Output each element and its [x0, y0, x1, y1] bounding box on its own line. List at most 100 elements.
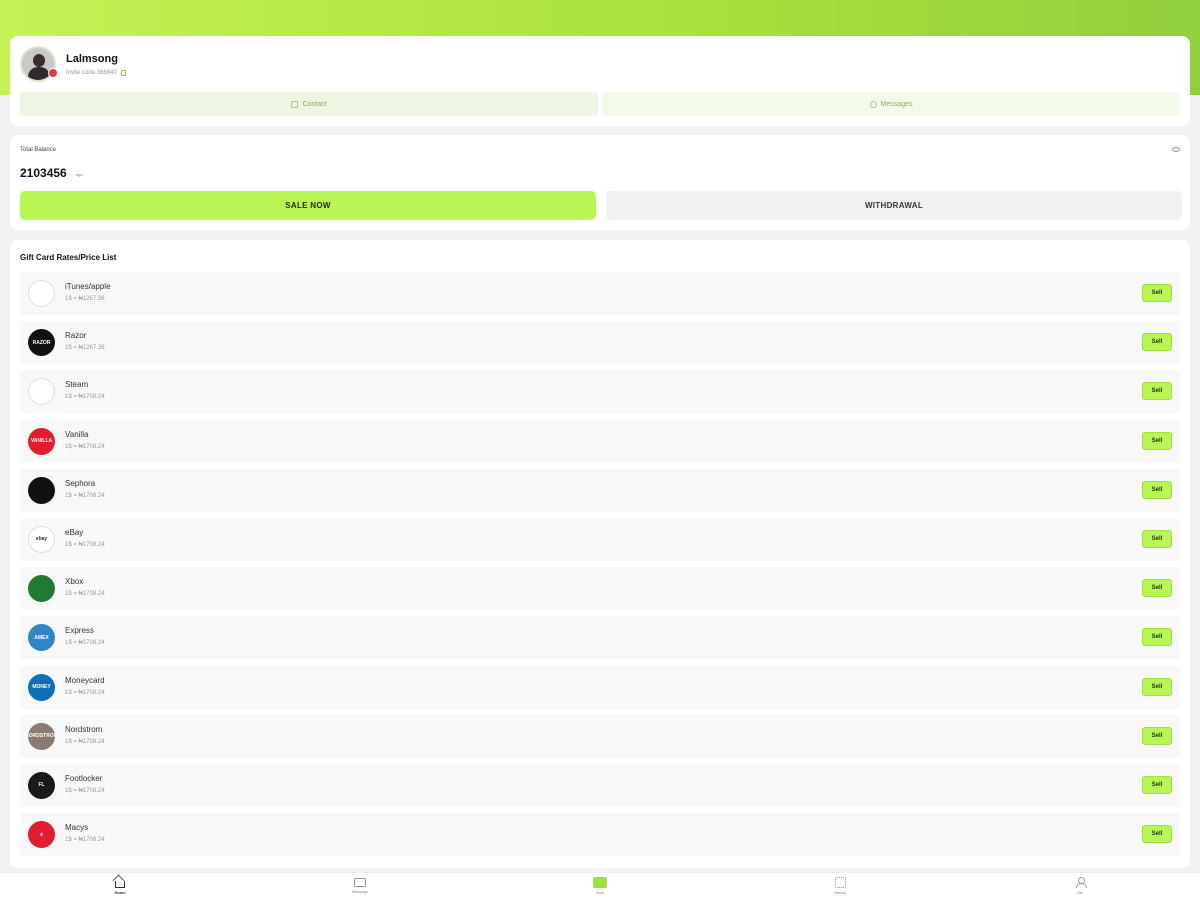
nav-item-sale[interactable]: Sale: [560, 877, 640, 900]
sell-button[interactable]: Sell: [1142, 579, 1172, 598]
nav-label-me: Me: [1077, 890, 1083, 895]
brand-rate: 1$ = ₦1708.24: [65, 787, 105, 794]
user-icon: [1075, 877, 1087, 888]
balance-unit: ngn: [76, 172, 83, 177]
copy-icon[interactable]: [120, 70, 126, 76]
list-item: iTunes/apple 1$ = ₦1267.36 Sell: [20, 272, 1180, 315]
list-item: AMEX Express 1$ = ₦1708.24 Sell: [20, 616, 1180, 660]
brand-name: Express: [65, 626, 94, 636]
brand-rate: 1$ = ₦1708.24: [65, 738, 105, 745]
chat-icon: [869, 100, 877, 108]
avatar-badge-icon: [48, 68, 58, 78]
brand-name: Sephora: [65, 478, 96, 488]
brand-rate: 1$ = ₦1708.24: [65, 492, 105, 499]
sell-button[interactable]: Sell: [1142, 529, 1172, 548]
messages-button[interactable]: Messages: [602, 92, 1180, 116]
list-item: VANILLA Vanilla 1$ = ₦1708.24 Sell: [20, 419, 1180, 463]
sell-button[interactable]: Sell: [1142, 480, 1172, 499]
sell-button[interactable]: Sell: [1142, 382, 1172, 401]
brand-name: Steam: [65, 380, 89, 390]
list-item: MONEY Moneycard 1$ = ₦1708.24 Sell: [20, 665, 1180, 709]
sell-button[interactable]: Sell: [1142, 333, 1172, 352]
steam-logo-icon: [28, 378, 55, 406]
list-item: Steam 1$ = ₦1708.24 Sell: [20, 370, 1180, 414]
nav-item-me[interactable]: Me: [1040, 877, 1120, 900]
gift-card-list: iTunes/apple 1$ = ₦1267.36 Sell RAZOR Razor 1…: [20, 272, 1180, 862]
contact-button[interactable]: Contact: [20, 92, 598, 116]
invite-code-row: Invite code:368840: [66, 70, 126, 76]
message-icon: [354, 878, 366, 887]
brand-name: iTunes/apple: [65, 282, 111, 291]
footlocker-logo-icon: FL: [28, 771, 55, 799]
brand-name: eBay: [65, 527, 84, 537]
razor-logo-icon: RAZOR: [28, 329, 55, 357]
apple-logo-icon: [28, 280, 55, 307]
brand-rate: 1$ = ₦1708.24: [65, 689, 105, 696]
list-item: RAZOR Razor 1$ = ₦1267.36 Sell: [20, 321, 1180, 365]
brand-name: Razor: [65, 331, 87, 341]
home-icon: [115, 881, 125, 888]
history-icon: [834, 877, 846, 888]
username: Lalmsong: [66, 53, 118, 65]
nav-item-message[interactable]: Message: [320, 877, 400, 900]
brand-rate: 1$ = ₦1708.24: [65, 640, 105, 647]
xbox-logo-icon: [28, 575, 55, 603]
brand-rate: 1$ = ₦1708.24: [65, 837, 105, 844]
sell-now-button[interactable]: SALE NOW: [20, 191, 596, 220]
express-logo-icon: AMEX: [28, 624, 55, 652]
sell-button[interactable]: Sell: [1142, 775, 1172, 794]
sell-button[interactable]: Sell: [1142, 628, 1172, 647]
list-item: Sephora 1$ = ₦1708.24 Sell: [20, 468, 1180, 512]
gift-card-list-card: Gift Card Rates/Price List iTunes/apple 1…: [10, 240, 1190, 868]
nordstrom-logo-icon: NORDSTROM: [28, 722, 55, 750]
avatar-head-shape: [33, 54, 45, 67]
withdrawal-button[interactable]: WITHDRAWAL: [606, 191, 1182, 220]
contact-label: Contact: [302, 100, 327, 108]
sell-button[interactable]: Sell: [1142, 825, 1172, 844]
profile-card: Lalmsong Invite code:368840 Contact Mess…: [10, 36, 1190, 126]
brand-name: Moneycard: [65, 675, 105, 685]
nav-label-history: History: [833, 890, 847, 895]
sell-button[interactable]: Sell: [1142, 726, 1172, 745]
nav-item-history[interactable]: History: [800, 877, 880, 900]
nav-label-message: Message: [351, 889, 369, 894]
list-item: NORDSTROM Nordstrom 1$ = ₦1708.24 Sell: [20, 714, 1180, 758]
list-item: ★ Macys 1$ = ₦1708.24 Sell: [20, 813, 1180, 857]
eye-icon[interactable]: [1172, 147, 1180, 152]
list-item: ebay eBay 1$ = ₦1708.24 Sell: [20, 517, 1180, 561]
brand-rate: 1$ = ₦1267.36: [65, 296, 105, 302]
list-title: Gift Card Rates/Price List: [20, 253, 117, 262]
home-icon: [291, 100, 299, 108]
sell-button[interactable]: Sell: [1142, 677, 1172, 696]
nav-item-home[interactable]: Home: [80, 877, 160, 900]
nav-label-sale: Sale: [595, 890, 604, 895]
brand-rate: 1$ = ₦1708.24: [65, 394, 105, 401]
macys-logo-icon: ★: [28, 821, 55, 849]
total-balance-label: Total Balance: [20, 147, 57, 153]
brand-rate: 1$ = ₦1708.24: [65, 443, 105, 450]
total-balance-value: 2103456: [20, 166, 67, 180]
brand-rate: 1$ = ₦1267.36: [65, 345, 105, 352]
sell-button[interactable]: Sell: [1142, 284, 1172, 302]
brand-rate: 1$ = ₦1708.24: [65, 591, 105, 598]
brand-name: Nordstrom: [65, 724, 103, 734]
avatar-body-shape: [28, 67, 50, 80]
brand-name: Footlocker: [65, 773, 103, 783]
sell-icon: [593, 877, 607, 888]
sephora-logo-icon: [28, 476, 55, 504]
sell-button[interactable]: Sell: [1142, 431, 1172, 450]
brand-name: Vanilla: [65, 429, 89, 439]
brand-name: Macys: [65, 823, 89, 833]
list-item: FL Footlocker 1$ = ₦1708.24 Sell: [20, 763, 1180, 807]
moneycard-logo-icon: MONEY: [28, 673, 55, 701]
nav-label-home: Home: [114, 890, 126, 895]
vanilla-logo-icon: VANILLA: [28, 427, 55, 455]
messages-label: Messages: [880, 100, 913, 108]
brand-name: Xbox: [65, 577, 84, 587]
list-item: Xbox 1$ = ₦1708.24 Sell: [20, 567, 1180, 611]
brand-rate: 1$ = ₦1708.24: [65, 541, 105, 548]
bottom-navigation: Home Message Sale History Me: [0, 872, 1200, 900]
balance-card: Total Balance 2103456 ngn SALE NOW WITHD…: [10, 135, 1190, 230]
invite-code-text: Invite code:368840: [66, 70, 117, 76]
ebay-logo-icon: ebay: [28, 525, 55, 553]
